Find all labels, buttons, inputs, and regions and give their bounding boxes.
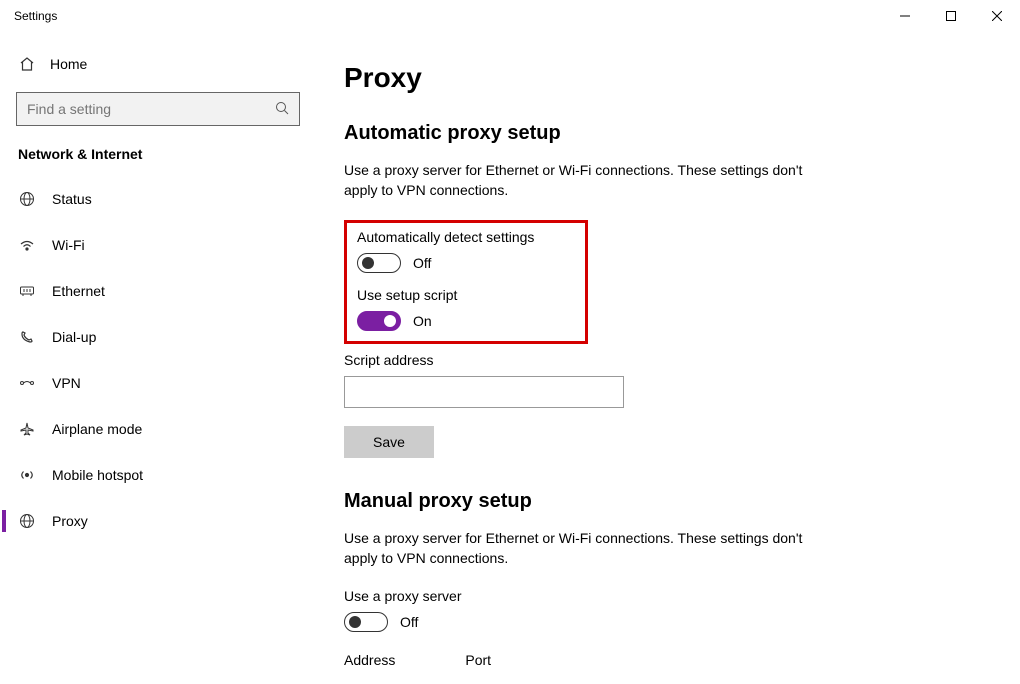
wifi-icon	[18, 236, 36, 254]
search-icon	[275, 101, 289, 118]
sidebar: Home Network & Internet Status	[0, 32, 320, 684]
sidebar-item-status[interactable]: Status	[0, 176, 320, 222]
sidebar-item-label: Proxy	[52, 513, 88, 529]
vpn-icon	[18, 374, 36, 392]
maximize-button[interactable]	[928, 0, 974, 32]
auto-detect-state: Off	[413, 255, 431, 271]
sidebar-item-hotspot[interactable]: Mobile hotspot	[0, 452, 320, 498]
home-label: Home	[50, 56, 87, 72]
setup-script-state: On	[413, 313, 432, 329]
main-pane: Proxy Automatic proxy setup Use a proxy …	[320, 32, 1020, 684]
manual-port-label: Port	[465, 652, 491, 668]
sidebar-item-ethernet[interactable]: Ethernet	[0, 268, 320, 314]
close-button[interactable]	[974, 0, 1020, 32]
setup-script-label: Use setup script	[357, 287, 575, 303]
manual-address-label: Address	[344, 652, 395, 668]
search-field[interactable]	[27, 101, 275, 117]
sidebar-item-dialup[interactable]: Dial-up	[0, 314, 320, 360]
sidebar-item-label: Status	[52, 191, 92, 207]
auto-detect-label: Automatically detect settings	[357, 229, 575, 245]
globe-icon	[18, 190, 36, 208]
hotspot-icon	[18, 466, 36, 484]
section-heading-auto: Automatic proxy setup	[344, 122, 996, 145]
use-proxy-toggle[interactable]	[344, 612, 388, 632]
script-address-label: Script address	[344, 352, 996, 368]
category-title: Network & Internet	[0, 138, 320, 176]
use-proxy-state: Off	[400, 614, 418, 630]
sidebar-item-label: VPN	[52, 375, 81, 391]
minimize-button[interactable]	[882, 0, 928, 32]
home-link[interactable]: Home	[0, 44, 320, 84]
save-button[interactable]: Save	[344, 426, 434, 458]
auto-description: Use a proxy server for Ethernet or Wi-Fi…	[344, 161, 814, 200]
section-heading-manual: Manual proxy setup	[344, 490, 996, 513]
sidebar-item-label: Ethernet	[52, 283, 105, 299]
manual-description: Use a proxy server for Ethernet or Wi-Fi…	[344, 529, 814, 568]
use-proxy-label: Use a proxy server	[344, 588, 996, 604]
phone-icon	[18, 328, 36, 346]
highlight-annotation: Automatically detect settings Off Use se…	[344, 220, 588, 344]
search-input[interactable]	[16, 92, 300, 126]
page-title: Proxy	[344, 62, 996, 94]
titlebar: Settings	[0, 0, 1020, 32]
sidebar-item-label: Mobile hotspot	[52, 467, 143, 483]
airplane-icon	[18, 420, 36, 438]
globe-icon	[18, 512, 36, 530]
sidebar-item-airplane[interactable]: Airplane mode	[0, 406, 320, 452]
sidebar-item-wifi[interactable]: Wi-Fi	[0, 222, 320, 268]
sidebar-item-proxy[interactable]: Proxy	[0, 498, 320, 544]
auto-detect-toggle[interactable]	[357, 253, 401, 273]
sidebar-item-label: Dial-up	[52, 329, 96, 345]
window-title: Settings	[14, 9, 57, 23]
script-address-input[interactable]	[344, 376, 624, 408]
setup-script-toggle[interactable]	[357, 311, 401, 331]
sidebar-item-label: Wi-Fi	[52, 237, 85, 253]
ethernet-icon	[18, 282, 36, 300]
sidebar-item-label: Airplane mode	[52, 421, 142, 437]
sidebar-item-vpn[interactable]: VPN	[0, 360, 320, 406]
home-icon	[18, 55, 36, 73]
